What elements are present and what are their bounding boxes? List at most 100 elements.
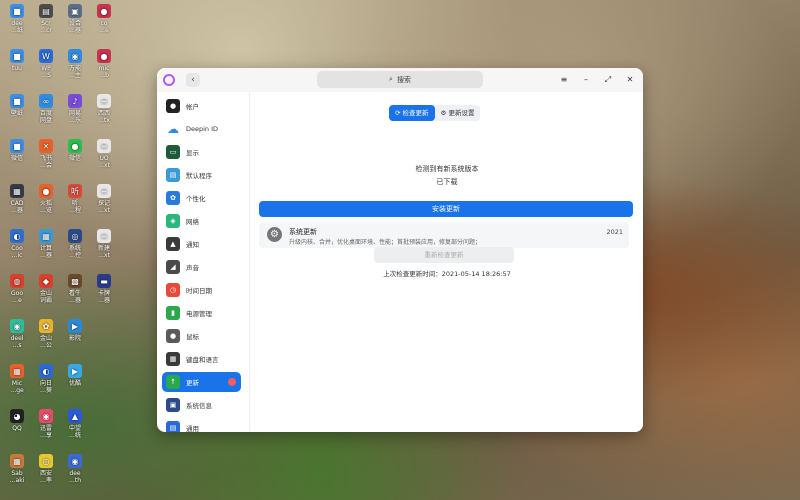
desktop-icon-label: mic …b bbox=[98, 65, 110, 79]
desktop-app-icon: ■ bbox=[10, 94, 24, 108]
sidebar-item[interactable]: ● 鼠标 bbox=[162, 326, 241, 346]
sidebar-item[interactable]: ◈ 网络 bbox=[162, 211, 241, 231]
sidebar-item[interactable]: ▲ 通知 bbox=[162, 234, 241, 254]
tab-check-update[interactable]: ⟳ 检查更新 bbox=[389, 105, 435, 121]
search-input[interactable]: ⌕ 搜索 bbox=[317, 71, 483, 88]
app-logo-icon bbox=[163, 74, 175, 86]
update-icon: ↑ bbox=[166, 375, 180, 389]
sidebar-item[interactable]: ▤ 通用 bbox=[162, 418, 241, 432]
desktop-app-icon: ▶ bbox=[68, 364, 82, 378]
desktop-app-icon: ≡ bbox=[97, 184, 111, 198]
desktop-app-icon: ▤ bbox=[39, 4, 53, 18]
desktop-app-icon: ▦ bbox=[10, 454, 24, 468]
sidebar-item[interactable]: ▤ 默认程序 bbox=[162, 165, 241, 185]
desktop-icon-label: co …e bbox=[99, 20, 109, 34]
sidebar-item[interactable]: ● 帐户 bbox=[162, 96, 241, 116]
desktop-icon[interactable]: ≡ UO …xt bbox=[87, 139, 121, 169]
desktop-app-icon: ▦ bbox=[10, 364, 24, 378]
sidebar-item[interactable]: ▦ 键盘和语言 bbox=[162, 349, 241, 369]
sidebar-item-label: 电源管理 bbox=[186, 310, 212, 318]
desktop-app-icon: ▶ bbox=[68, 319, 82, 333]
desktop-app-icon: ■ bbox=[10, 139, 24, 153]
desktop-app-icon: ▦ bbox=[10, 184, 24, 198]
desktop-app-icon: ≡ bbox=[97, 94, 111, 108]
network-icon: ◈ bbox=[166, 214, 180, 228]
desktop-icon[interactable]: ▶ 影院 bbox=[58, 319, 92, 342]
sidebar-item-label: 更新 bbox=[186, 379, 199, 387]
desktop-app-icon: ▬ bbox=[97, 274, 111, 288]
sidebar-item-label: 通用 bbox=[186, 425, 199, 432]
sidebar-item[interactable]: ✿ 个性化 bbox=[162, 188, 241, 208]
desktop-app-icon: ♪ bbox=[68, 94, 82, 108]
update-title: 系统更新 bbox=[289, 228, 317, 236]
desktop-app-icon: ✿ bbox=[39, 319, 53, 333]
desktop-icon-label: dee …th bbox=[68, 470, 82, 484]
sidebar-item-label: 默认程序 bbox=[186, 172, 212, 180]
sidebar-item[interactable]: ◢ 声音 bbox=[162, 257, 241, 277]
sidebar-item[interactable]: ☁ Deepin ID bbox=[162, 119, 241, 139]
tab-update-settings[interactable]: ⚙ 更新设置 bbox=[435, 105, 481, 121]
sidebar-item[interactable]: ◷ 时间日期 bbox=[162, 280, 241, 300]
install-update-button[interactable]: 安装更新 bbox=[259, 201, 633, 217]
desktop-app-icon: ● bbox=[97, 49, 111, 63]
desktop-icon[interactable]: ≡ 西西 …tx bbox=[87, 94, 121, 124]
notification-icon: ▲ bbox=[166, 237, 180, 251]
sidebar-item-label: 通知 bbox=[186, 241, 199, 249]
desktop-app-icon: ◐ bbox=[39, 364, 53, 378]
display-icon: ▭ bbox=[166, 145, 180, 159]
desktop-icon[interactable]: ▲ 中望 …统 bbox=[58, 409, 92, 439]
desktop-app-icon: ≡ bbox=[97, 139, 111, 153]
menu-button[interactable]: ≡ bbox=[557, 73, 571, 87]
titlebar: ‹ ⌕ 搜索 ≡ – ⤢ ✕ bbox=[157, 68, 643, 92]
desktop-icon[interactable]: ▬ 卡牌 …器 bbox=[87, 274, 121, 304]
clock-icon: ◷ bbox=[166, 283, 180, 297]
sidebar-item-label: 显示 bbox=[186, 149, 199, 157]
sidebar-item-label: 系统信息 bbox=[186, 402, 212, 410]
sidebar-item[interactable]: ↑ 更新 bbox=[162, 372, 241, 392]
back-button[interactable]: ‹ bbox=[186, 73, 200, 87]
power-icon: ▮ bbox=[166, 306, 180, 320]
sidebar-item-label: 帐户 bbox=[186, 103, 199, 111]
status-text: 检测到有新系统版本 bbox=[415, 165, 479, 173]
desktop-icon-label: UO …xt bbox=[98, 155, 110, 169]
gear-icon: ⚙ bbox=[267, 227, 282, 242]
sidebar-item[interactable]: ▮ 电源管理 bbox=[162, 303, 241, 323]
sidebar-item-label: 声音 bbox=[186, 264, 199, 272]
desktop-app-icon: ● bbox=[68, 139, 82, 153]
default-apps-icon: ▤ bbox=[166, 168, 180, 182]
maximize-button[interactable]: ⤢ bbox=[601, 73, 615, 87]
desktop-app-icon: ≡ bbox=[97, 229, 111, 243]
desktop-app-icon: 听 bbox=[68, 184, 82, 198]
desktop-icon-label: 西西 …tx bbox=[97, 110, 110, 124]
desktop-icon[interactable]: ≡ 新建 …xt bbox=[87, 229, 121, 259]
general-icon: ▤ bbox=[166, 421, 180, 432]
tab-label: 更新设置 bbox=[448, 109, 475, 117]
desktop-icon-label: 探记 …xt bbox=[97, 200, 110, 214]
desktop-app-icon: W bbox=[39, 49, 53, 63]
desktop-icon[interactable]: ● mic …b bbox=[87, 49, 121, 79]
desktop-icon[interactable]: ● co …e bbox=[87, 4, 121, 34]
desktop-app-icon: ◕ bbox=[10, 409, 24, 423]
desktop-app-icon: ◐ bbox=[10, 229, 24, 243]
sidebar-item[interactable]: ▭ 显示 bbox=[162, 142, 241, 162]
close-button[interactable]: ✕ bbox=[623, 73, 637, 87]
update-description: 升级内核、合并，优化桌面环境、性能；首批预装应用，修复部分问题； bbox=[289, 239, 482, 246]
desktop-app-icon: ◎ bbox=[68, 229, 82, 243]
sidebar-item-label: 键盘和语言 bbox=[186, 356, 219, 364]
sidebar-item-label: 个性化 bbox=[186, 195, 206, 203]
mouse-icon: ● bbox=[166, 329, 180, 343]
minimize-button[interactable]: – bbox=[579, 73, 593, 87]
sidebar-item[interactable]: ▣ 系统信息 bbox=[162, 395, 241, 415]
sidebar-item-label: Deepin ID bbox=[186, 125, 219, 133]
desktop-icon[interactable]: ◉ dee …th bbox=[58, 454, 92, 484]
personalization-icon: ✿ bbox=[166, 191, 180, 205]
account-icon: ● bbox=[166, 99, 180, 113]
recheck-button[interactable]: 重新检查更新 bbox=[374, 247, 514, 263]
update-tabs: ⟳ 检查更新 ⚙ 更新设置 bbox=[389, 105, 481, 121]
desktop-icon-label: 影院 bbox=[68, 335, 81, 342]
desktop-icon[interactable]: ≡ 探记 …xt bbox=[87, 184, 121, 214]
last-check-time: 上次检查更新时间：2021-05-14 18:26:57 bbox=[383, 270, 511, 278]
desktop-icon[interactable]: ▶ 优酷 bbox=[58, 364, 92, 387]
search-icon: ⌕ bbox=[389, 75, 393, 83]
update-item[interactable]: ⚙ 系统更新 升级内核、合并，优化桌面环境、性能；首批预装应用，修复部分问题； … bbox=[259, 222, 629, 248]
